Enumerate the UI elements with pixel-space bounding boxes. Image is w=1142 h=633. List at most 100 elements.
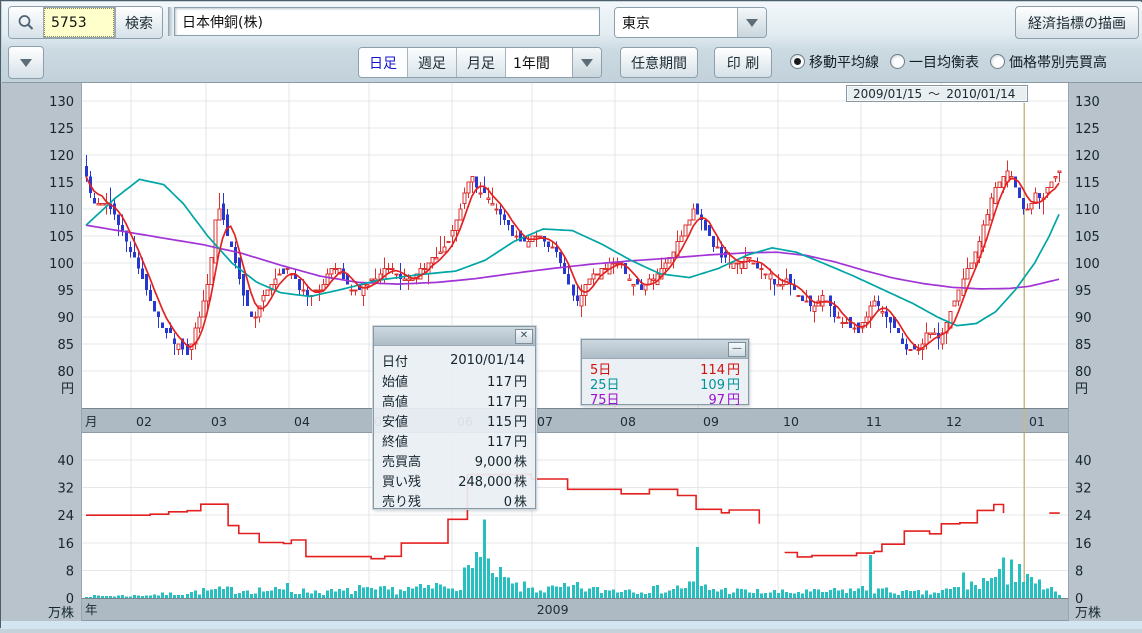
radio-icon bbox=[990, 54, 1005, 69]
info-row-margin-buy: 買い残 248,000株 bbox=[374, 470, 535, 490]
radio-icon bbox=[890, 54, 905, 69]
svg-text:0: 0 bbox=[1075, 592, 1083, 607]
svg-text:85: 85 bbox=[57, 338, 74, 353]
chevron-down-icon bbox=[20, 59, 32, 67]
date-range-to: 2010/01/14 bbox=[946, 87, 1015, 101]
tab-daily[interactable]: 日足 bbox=[359, 48, 408, 77]
svg-text:8: 8 bbox=[66, 564, 74, 579]
svg-text:32: 32 bbox=[1075, 482, 1092, 497]
date-range-tilde: ～ bbox=[928, 85, 940, 102]
svg-text:110: 110 bbox=[1075, 203, 1100, 218]
ma-legend-window: — 5日 114円 25日 109円 75日 97円 bbox=[581, 339, 749, 405]
info-row-close: 終値 117円 bbox=[374, 430, 535, 450]
svg-text:万株: 万株 bbox=[48, 606, 74, 621]
expand-button[interactable] bbox=[8, 46, 44, 79]
chevron-down-icon bbox=[581, 59, 593, 67]
svg-text:100: 100 bbox=[1075, 257, 1100, 272]
radio-moving-average[interactable]: 移動平均線 bbox=[790, 52, 879, 72]
toolbar-separator bbox=[168, 7, 173, 36]
info-row-open: 始値 117円 bbox=[374, 370, 535, 390]
svg-text:85: 85 bbox=[1075, 338, 1092, 353]
svg-text:年: 年 bbox=[85, 602, 98, 617]
svg-text:16: 16 bbox=[1075, 537, 1092, 552]
svg-text:09: 09 bbox=[703, 414, 719, 429]
radio-selected-icon bbox=[790, 54, 805, 69]
tab-monthly[interactable]: 月足 bbox=[457, 48, 506, 77]
svg-text:80: 80 bbox=[1075, 365, 1092, 380]
market-select-value: 東京 bbox=[615, 8, 737, 37]
minimize-icon[interactable]: — bbox=[728, 342, 746, 357]
ma-legend-titlebar[interactable]: — bbox=[582, 340, 748, 359]
svg-text:万株: 万株 bbox=[1075, 606, 1101, 621]
svg-text:月: 月 bbox=[85, 414, 98, 429]
svg-text:110: 110 bbox=[49, 203, 74, 218]
svg-text:円: 円 bbox=[61, 382, 74, 397]
ma-legend-row-2: 75日 97円 bbox=[582, 391, 748, 406]
period-select-arrow[interactable] bbox=[572, 48, 601, 77]
svg-text:95: 95 bbox=[57, 284, 74, 299]
period-select-value: 1年間 bbox=[506, 48, 572, 77]
stock-code-value: 5753 bbox=[51, 15, 87, 31]
info-row-volume: 売買高 9,000株 bbox=[374, 450, 535, 470]
magnifier-button[interactable] bbox=[9, 7, 43, 38]
svg-text:07: 07 bbox=[537, 414, 553, 429]
svg-text:03: 03 bbox=[211, 414, 227, 429]
svg-text:130: 130 bbox=[1075, 95, 1100, 110]
econ-indicator-button[interactable]: 経済指標の描画 bbox=[1015, 6, 1139, 39]
close-icon[interactable]: ✕ bbox=[515, 329, 533, 344]
svg-text:90: 90 bbox=[1075, 311, 1092, 326]
svg-text:24: 24 bbox=[1075, 509, 1092, 524]
svg-text:11: 11 bbox=[866, 414, 882, 429]
overlay-radio-group: 移動平均線 一目均衡表 価格帯別売買高 bbox=[790, 47, 1107, 76]
stock-name-value: 日本伸銅(株) bbox=[182, 12, 263, 32]
svg-text:08: 08 bbox=[620, 414, 636, 429]
svg-text:100: 100 bbox=[49, 257, 74, 272]
stock-code-input[interactable]: 5753 bbox=[44, 8, 114, 37]
info-row-date: 日付 2010/01/14 bbox=[374, 350, 535, 370]
chevron-down-icon bbox=[746, 19, 758, 27]
svg-text:01: 01 bbox=[1029, 414, 1045, 429]
svg-text:10: 10 bbox=[783, 414, 799, 429]
svg-text:120: 120 bbox=[1075, 149, 1100, 164]
custom-period-button[interactable]: 任意期間 bbox=[620, 47, 698, 78]
svg-text:2009: 2009 bbox=[537, 602, 569, 617]
svg-text:105: 105 bbox=[1075, 230, 1100, 245]
price-info-titlebar[interactable]: ✕ bbox=[374, 327, 535, 346]
market-select[interactable]: 東京 bbox=[614, 7, 767, 38]
timeframe-group: 日足 週足 月足 1年間 bbox=[358, 47, 602, 78]
toolbar: 5753 検索 日本伸銅(株) 東京 経済指標の描画 日足 週足 bbox=[2, 2, 1142, 83]
svg-text:02: 02 bbox=[136, 414, 152, 429]
svg-text:120: 120 bbox=[49, 149, 74, 164]
svg-text:24: 24 bbox=[57, 509, 74, 524]
date-range-box: 2009/01/15 ～ 2010/01/14 bbox=[846, 85, 1028, 102]
svg-text:115: 115 bbox=[1075, 176, 1100, 191]
svg-text:95: 95 bbox=[1075, 284, 1092, 299]
svg-text:0: 0 bbox=[66, 592, 74, 607]
tab-weekly[interactable]: 週足 bbox=[408, 48, 457, 77]
market-select-arrow[interactable] bbox=[737, 8, 766, 37]
price-info-window: ✕ 日付 2010/01/14 始値 117円 高値 117円 安値 115円 … bbox=[373, 326, 536, 509]
svg-text:115: 115 bbox=[49, 176, 74, 191]
svg-text:125: 125 bbox=[49, 122, 74, 137]
svg-text:16: 16 bbox=[57, 537, 74, 552]
chart-window: 5753 検索 日本伸銅(株) 東京 経済指標の描画 日足 週足 bbox=[0, 0, 1142, 628]
search-button[interactable]: 検索 bbox=[115, 7, 162, 38]
info-row-margin-sell: 売り残 0株 bbox=[374, 490, 535, 510]
svg-text:40: 40 bbox=[57, 454, 74, 469]
info-row-high: 高値 117円 bbox=[374, 390, 535, 410]
svg-text:90: 90 bbox=[57, 311, 74, 326]
svg-text:105: 105 bbox=[49, 230, 74, 245]
print-button[interactable]: 印 刷 bbox=[714, 47, 772, 78]
svg-text:130: 130 bbox=[49, 95, 74, 110]
svg-text:125: 125 bbox=[1075, 122, 1100, 137]
radio-ichimoku[interactable]: 一目均衡表 bbox=[890, 52, 979, 72]
chart-area[interactable]: 1301301251251201201151151101101051051001… bbox=[1, 83, 1142, 629]
radio-volume-by-price[interactable]: 価格帯別売買高 bbox=[990, 52, 1107, 72]
search-icon bbox=[17, 14, 35, 32]
svg-text:04: 04 bbox=[294, 414, 310, 429]
stock-search-group: 5753 検索 bbox=[8, 6, 163, 39]
stock-name-input[interactable]: 日本伸銅(株) bbox=[174, 7, 600, 36]
svg-text:8: 8 bbox=[1075, 564, 1083, 579]
date-range-from: 2009/01/15 bbox=[853, 87, 922, 101]
info-row-low: 安値 115円 bbox=[374, 410, 535, 430]
